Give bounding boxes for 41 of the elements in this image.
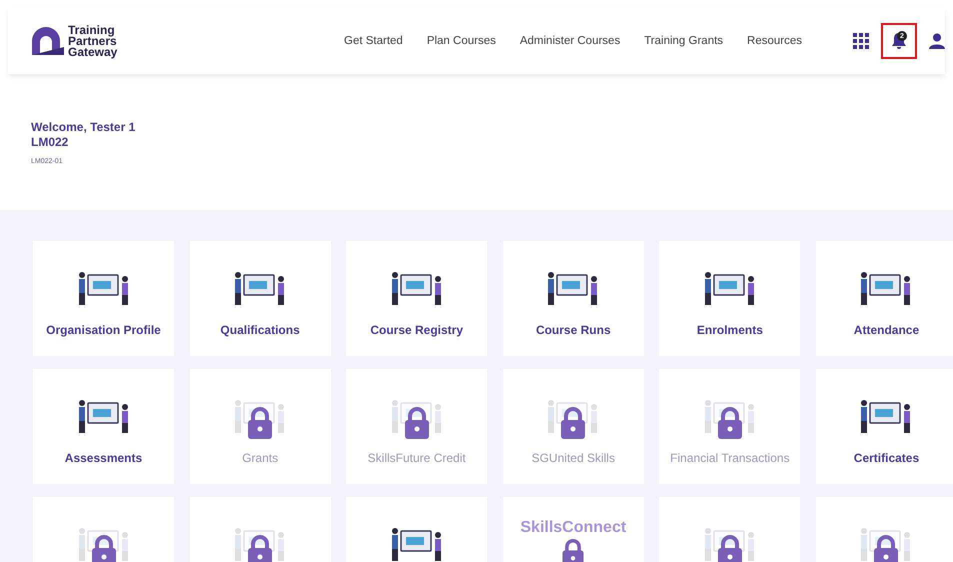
- tile-label: SGUnited Skills: [532, 451, 615, 465]
- module-tile[interactable]: Course Registry: [346, 241, 488, 356]
- lock-icon: [90, 535, 116, 562]
- lock-icon: [247, 535, 274, 562]
- apps-grid-icon[interactable]: [853, 33, 869, 49]
- module-tile[interactable]: Organisation Profile: [33, 241, 174, 356]
- user-icon[interactable]: [929, 33, 945, 49]
- artwork-text: SkillsConnect: [520, 519, 626, 537]
- nav-link[interactable]: Resources: [747, 35, 802, 47]
- tile-label: Qualifications: [220, 323, 300, 337]
- tile-label: Course Runs: [536, 323, 611, 337]
- welcome-text: Welcome, Tester 1: [31, 120, 136, 135]
- nav-link[interactable]: Administer Courses: [520, 35, 620, 47]
- module-tile[interactable]: Attendance: [816, 241, 953, 356]
- tile-label: SkillsFuture Credit: [368, 451, 466, 465]
- logo-text: Training Partners Gateway: [68, 24, 118, 58]
- nav-link[interactable]: Plan Courses: [426, 35, 496, 47]
- logo-icon: [30, 27, 64, 55]
- tile-label: Organisation Profile: [46, 323, 161, 337]
- tile-label: Certificates: [854, 451, 920, 465]
- tile-label: Grants: [242, 451, 278, 465]
- lock-icon: [404, 407, 430, 439]
- lock-icon: [247, 407, 274, 439]
- module-tile[interactable]: Qualifications: [190, 241, 331, 356]
- lock-icon: [560, 407, 586, 439]
- module-tile[interactable]: Course Runs: [502, 241, 644, 356]
- lock-icon: [716, 535, 743, 562]
- module-tile[interactable]: Certificates: [816, 369, 953, 484]
- tile-label: Course Registry: [370, 323, 464, 337]
- tile-label: Assessments: [64, 451, 142, 465]
- tile-label: Enrolments: [696, 323, 763, 337]
- module-tile[interactable]: Assessments: [33, 369, 174, 484]
- lock-icon: [873, 535, 900, 562]
- tile-label: Attendance: [854, 323, 920, 337]
- organisation-code: LM022: [31, 135, 70, 150]
- nav-link[interactable]: Training Grants: [644, 35, 724, 47]
- tile-label: Financial Transactions: [670, 451, 790, 465]
- lock-icon: [716, 407, 743, 439]
- lock-icon: [560, 539, 586, 562]
- module-tile[interactable]: Enrolments: [659, 241, 800, 356]
- nav-link[interactable]: Get Started: [344, 35, 403, 47]
